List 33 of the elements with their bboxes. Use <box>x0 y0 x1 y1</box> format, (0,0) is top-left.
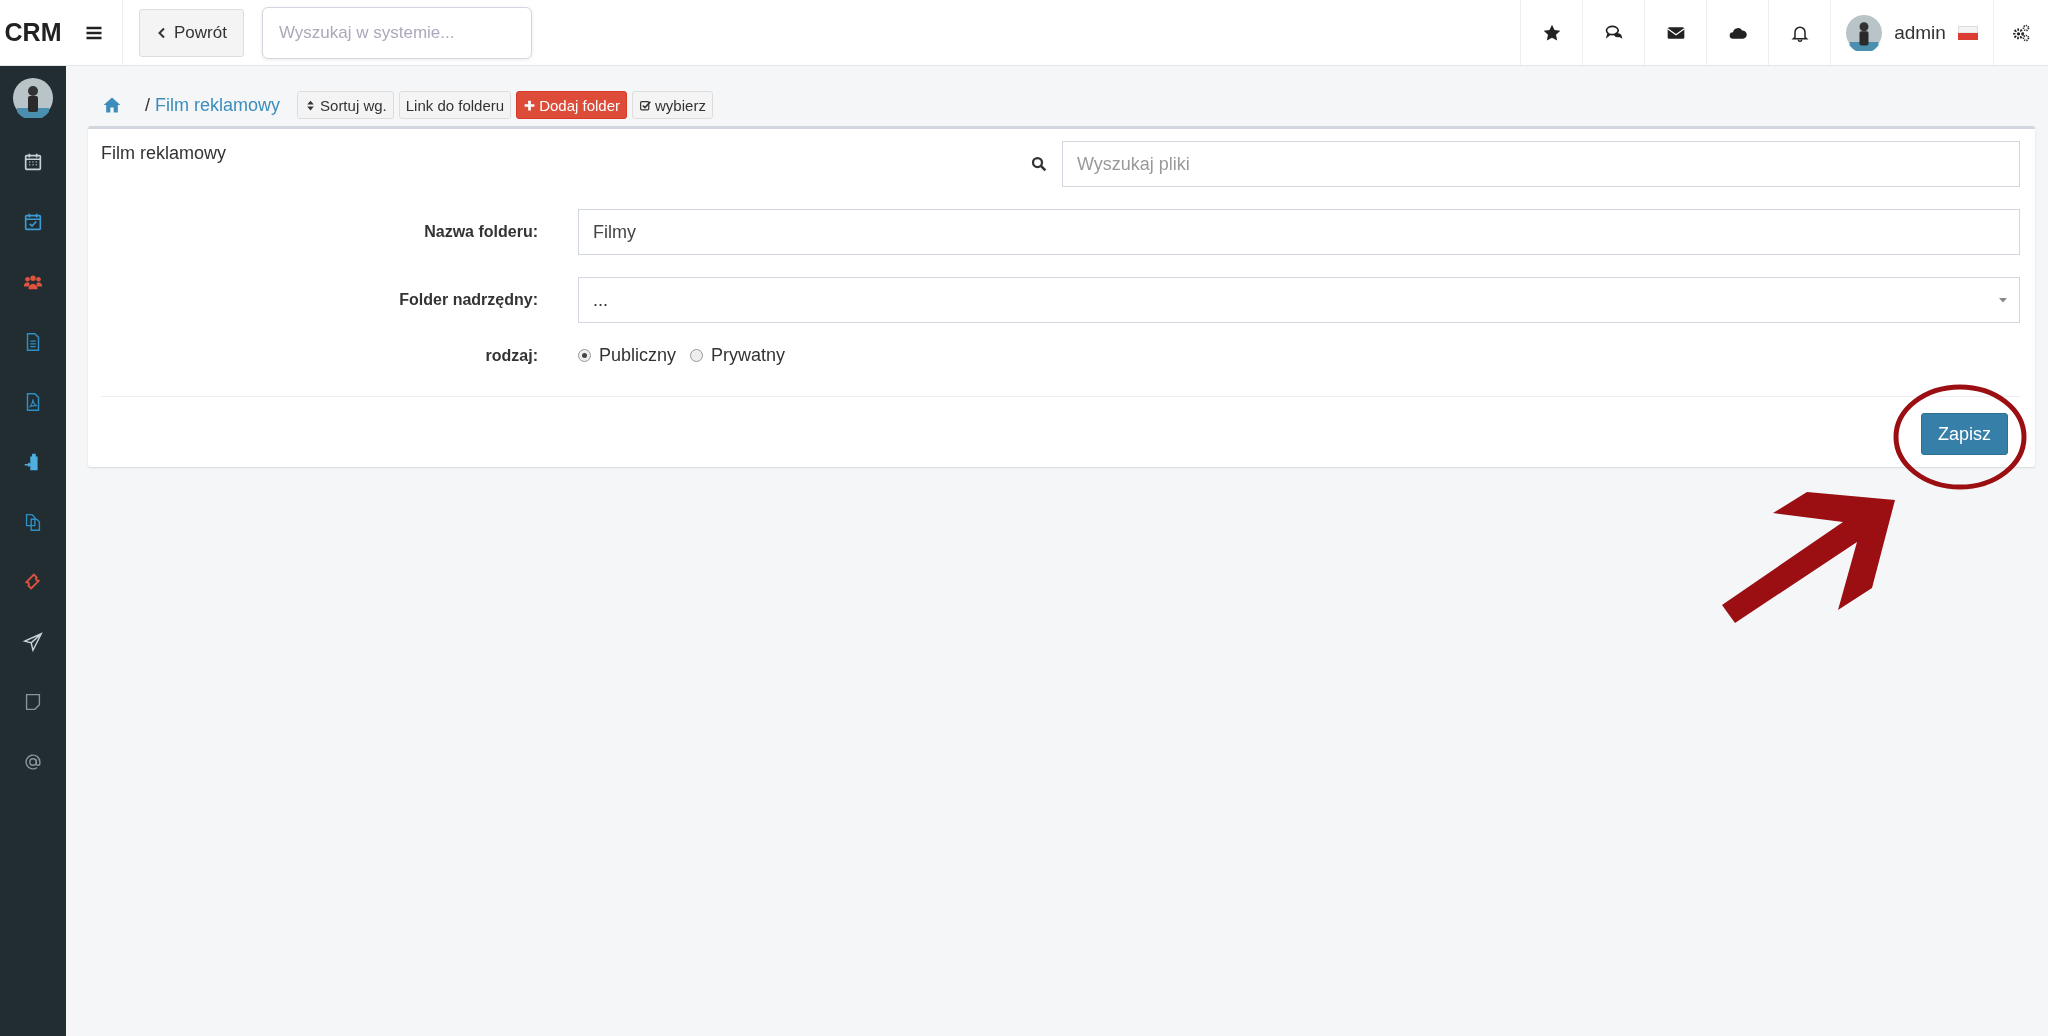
radio-label[interactable]: Publiczny <box>599 345 677 366</box>
toolbar-button[interactable]: Sortuj wg. <box>297 91 394 119</box>
radio-label[interactable]: Prywatny <box>711 345 786 366</box>
breadcrumb-separator: / <box>145 94 150 116</box>
folder-name-field[interactable]: Filmy <box>578 209 2020 255</box>
radio-button[interactable] <box>578 349 591 362</box>
toolbar-button[interactable]: wybierz <box>632 91 713 119</box>
toolbar-button[interactable]: Link do folderu <box>398 91 512 119</box>
search-icon <box>1030 155 1048 173</box>
plus-icon <box>523 98 537 112</box>
paper-plane-icon[interactable] <box>22 631 44 653</box>
search-field[interactable]: Wyszukaj w systemie... <box>261 6 532 59</box>
field-label: Folder nadrzędny: <box>398 291 538 309</box>
card-title: Film reklamowy <box>101 143 226 164</box>
field-label: rodzaj: <box>484 346 538 365</box>
app-logo[interactable]: CRM <box>0 0 66 65</box>
at-sign-icon[interactable] <box>22 751 44 773</box>
file-search-field[interactable]: Wyszukaj pliki <box>1062 141 2020 187</box>
avatar <box>13 78 53 118</box>
parent-folder-dropdown[interactable]: ... <box>578 277 2020 323</box>
avatar <box>1846 14 1883 51</box>
flag-icon <box>1957 25 1978 40</box>
user-name[interactable]: admin <box>1894 21 1946 44</box>
calendar-icon[interactable] <box>22 151 44 173</box>
radio-button[interactable] <box>690 349 704 362</box>
save-button[interactable]: Zapisz <box>1921 413 2008 455</box>
toolbar-button[interactable]: Dodaj folder <box>516 91 628 119</box>
field-label: Nazwa folderu: <box>423 223 538 241</box>
calendar-check-icon[interactable] <box>22 211 44 233</box>
settings-icon[interactable] <box>2011 22 2031 43</box>
home-icon[interactable] <box>102 95 122 115</box>
checkbox-icon <box>639 98 653 112</box>
back-button[interactable]: Powrót <box>139 8 244 57</box>
